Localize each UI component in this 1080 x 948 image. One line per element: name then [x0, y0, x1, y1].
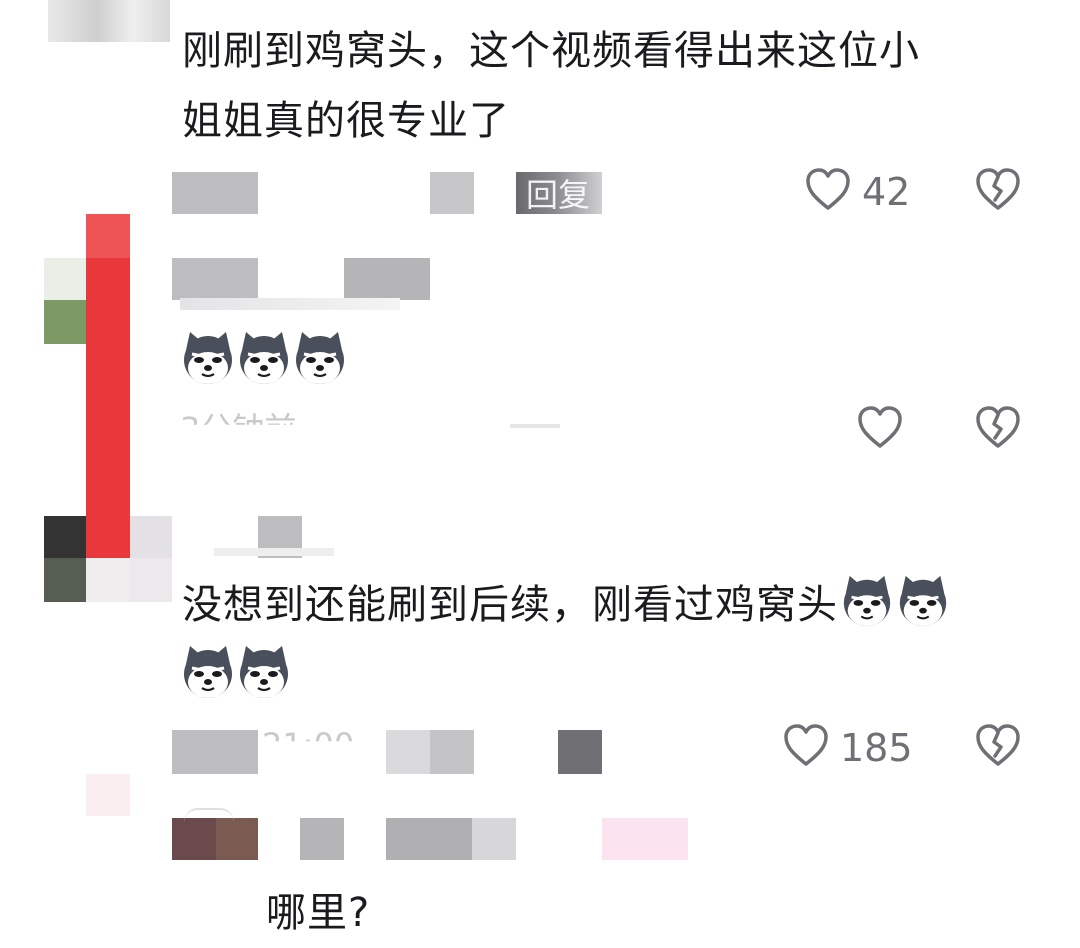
husky-dog-emoji	[896, 574, 950, 628]
husky-dog-emoji	[236, 644, 292, 700]
username-redacted-4	[300, 818, 344, 860]
redaction-bar	[86, 214, 130, 558]
comment-time-redacted	[172, 730, 258, 774]
comment-text: 哪里?	[266, 890, 371, 936]
comment-time-partial: 21:00	[262, 726, 355, 764]
username-redacted-3b	[214, 548, 334, 556]
username-faded	[180, 298, 400, 310]
avatar-redacted-3e	[130, 558, 172, 602]
avatar-redacted-3d	[86, 558, 130, 602]
avatar-redacted[interactable]	[48, 0, 170, 42]
husky-dog-emoji	[236, 330, 292, 386]
avatar-redacted-2[interactable]	[44, 258, 86, 300]
husky-dog-emoji	[840, 574, 894, 628]
avatar-redacted-4b[interactable]	[172, 818, 216, 860]
reply-button[interactable]: 回复	[526, 170, 590, 216]
heart-outline-icon[interactable]	[856, 404, 904, 452]
avatar-redacted-3b	[130, 516, 172, 558]
husky-dog-emoji	[180, 644, 236, 700]
comment-location-redacted	[430, 172, 474, 214]
comment-text-line2: 姐姐真的很专业了	[182, 98, 510, 144]
broken-heart-icon[interactable]	[974, 166, 1022, 214]
username-redacted	[172, 258, 258, 300]
username-redacted-4b	[386, 818, 472, 860]
like-count: 42	[862, 170, 911, 214]
heart-outline-icon[interactable]	[804, 166, 852, 214]
redaction-bar-top	[86, 214, 130, 258]
username-redacted-4c	[472, 818, 516, 860]
heart-outline-icon[interactable]	[782, 722, 830, 770]
comment-location-redacted	[386, 730, 430, 774]
broken-heart-icon[interactable]	[974, 404, 1022, 452]
avatar-redacted-2b	[44, 300, 86, 344]
comment-text-line1: 刚刷到鸡窝头，这个视频看得出来这位小	[182, 28, 920, 74]
emoji-row	[180, 644, 292, 700]
comment-text: 没想到还能刷到后续，刚看过鸡窝头	[182, 574, 950, 632]
username-redacted-2	[344, 258, 430, 300]
avatar-ring	[184, 808, 234, 822]
emoji-row	[180, 330, 348, 386]
badge-redacted	[602, 818, 688, 860]
husky-dog-emoji	[180, 330, 236, 386]
comment-time-redacted	[172, 172, 258, 214]
avatar-redacted-3c	[44, 558, 86, 602]
broken-heart-icon[interactable]	[974, 722, 1022, 770]
reply-redacted[interactable]	[558, 730, 602, 774]
reply-faded	[510, 424, 560, 428]
comment-time-partial: 3分钟前	[180, 410, 297, 448]
like-count: 185	[840, 726, 913, 770]
avatar-redacted-3[interactable]	[44, 516, 86, 558]
comment-location-redacted-2	[430, 730, 474, 774]
avatar-redacted-4[interactable]	[86, 774, 130, 816]
comment-text-body: 没想到还能刷到后续，刚看过鸡窝头	[182, 582, 838, 628]
avatar-redacted-4c	[216, 818, 258, 860]
husky-dog-emoji	[292, 330, 348, 386]
